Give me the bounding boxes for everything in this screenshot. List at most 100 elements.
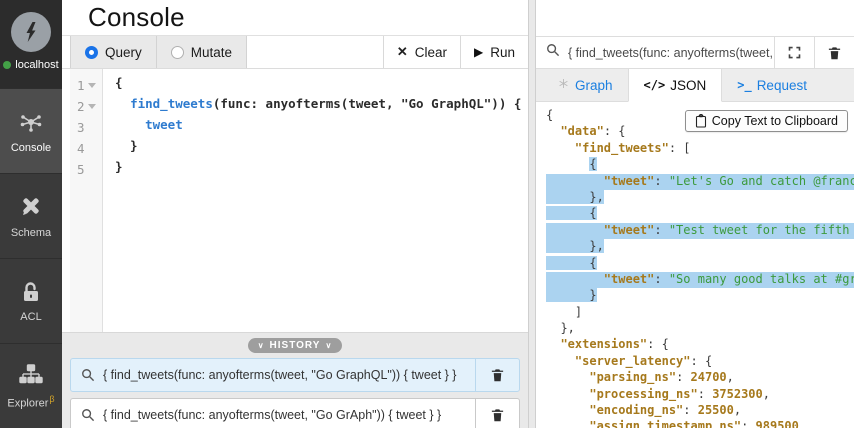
json-token: , <box>726 370 734 385</box>
sidebar-item-label: ACL <box>20 310 42 323</box>
tab-graph[interactable]: Graph <box>542 69 628 101</box>
json-token: : <box>654 222 669 237</box>
sidebar-item-explorer[interactable]: Explorerβ <box>0 343 62 428</box>
line-number-text: 5 <box>77 162 85 177</box>
line-number-text: 2 <box>77 99 85 114</box>
history-item[interactable]: { find_tweets(func: anyofterms(tweet, "G… <box>70 358 520 392</box>
beta-badge: β <box>49 393 55 404</box>
history-badge-row: ∨ HISTORY ∨ <box>70 333 520 358</box>
clear-button-label: Clear <box>414 44 447 60</box>
json-token: "So many good talks at #grapho <box>668 271 854 286</box>
line-number-text: 4 <box>77 141 85 156</box>
code-line: } <box>115 138 528 159</box>
json-token: "tweet" <box>603 271 655 286</box>
sidebar-item-console[interactable]: Console <box>0 88 62 173</box>
json-token: : { <box>603 124 626 139</box>
json-line: "server_latency": { <box>546 354 854 370</box>
sidebar-item-schema[interactable]: Schema <box>0 173 62 258</box>
result-query-text: { find_tweets(func: anyofterms(tweet, "G… <box>568 45 774 60</box>
delete-history-button[interactable] <box>475 359 519 391</box>
json-token: 24700 <box>690 370 727 385</box>
json-line: "find_tweets": [ <box>546 141 854 157</box>
sidebar-item-acl[interactable]: ACL <box>0 258 62 343</box>
console-panel: Console Query Mutate ✕ Clear ▶ Run 1 2 3… <box>62 0 528 428</box>
mutate-mode-label: Mutate <box>190 44 233 60</box>
history-query-text: { find_tweets(func: anyofterms(tweet, "G… <box>103 408 442 422</box>
history-item[interactable]: { find_tweets(func: anyofterms(tweet, "G… <box>70 398 520 428</box>
json-token: , <box>762 386 770 401</box>
json-token: }, <box>546 239 604 254</box>
json-line: "parsing_ns": 24700, <box>546 370 854 386</box>
fold-arrow-icon[interactable] <box>87 104 96 109</box>
line-number: 4 <box>70 138 102 159</box>
code-line: { <box>115 75 528 96</box>
json-line: "encoding_ns": 25500, <box>546 403 854 419</box>
tools-icon <box>18 194 44 220</box>
code-line: } <box>115 159 528 180</box>
json-token: }, <box>546 321 575 336</box>
json-token: }, <box>546 189 604 204</box>
fullscreen-icon <box>788 46 801 59</box>
delete-result-button[interactable] <box>814 37 854 68</box>
result-query-input[interactable]: { find_tweets(func: anyofterms(tweet, "G… <box>536 37 774 68</box>
trash-icon <box>828 46 841 59</box>
json-token: "extensions" <box>560 337 648 352</box>
json-token: : <box>654 173 669 188</box>
fold-arrow-icon[interactable] <box>87 83 96 88</box>
tab-request[interactable]: >_ Request <box>722 69 822 101</box>
json-line: { <box>546 255 854 272</box>
run-button[interactable]: ▶ Run <box>460 36 528 68</box>
json-output[interactable]: { "data": { "find_tweets": [ { "tweet": … <box>546 108 854 428</box>
json-token: 3752300 <box>712 386 763 401</box>
json-line: ] <box>546 305 854 321</box>
connection-status[interactable]: localhost <box>3 59 59 71</box>
code-token: tweet <box>145 117 183 132</box>
json-token: 989500 <box>755 419 799 428</box>
expand-button[interactable] <box>774 37 814 68</box>
json-token: { <box>546 108 554 122</box>
json-line: "assign_timestamp_ns": 989500 <box>546 419 854 428</box>
page-title: Console <box>88 2 185 32</box>
json-token: : <box>697 386 713 401</box>
json-token: "Let's Go and catch @francesc <box>668 173 854 188</box>
editor-code[interactable]: { find_tweets(func: anyofterms(tweet, "G… <box>103 69 528 332</box>
page-header: Console <box>62 0 528 35</box>
play-icon: ▶ <box>474 45 484 59</box>
graph-icon <box>557 77 570 93</box>
result-query-bar: { find_tweets(func: anyofterms(tweet, "G… <box>536 36 854 69</box>
panel-resize-handle[interactable] <box>528 0 536 428</box>
delete-history-button[interactable] <box>475 399 519 428</box>
chevron-down-icon: ∨ <box>325 341 333 350</box>
query-mode-label: Query <box>105 44 142 60</box>
copy-to-clipboard-button[interactable]: Copy Text to Clipboard <box>684 110 848 132</box>
query-mode-button[interactable]: Query <box>71 36 156 68</box>
json-line: } <box>546 288 854 304</box>
json-token: "processing_ns" <box>589 386 698 401</box>
tab-label: Request <box>756 77 807 93</box>
json-token: "tweet" <box>603 173 655 188</box>
results-panel: { find_tweets(func: anyofterms(tweet, "G… <box>536 0 854 428</box>
dgraph-logo-icon[interactable] <box>11 12 51 52</box>
search-icon <box>71 408 103 422</box>
history-list: { find_tweets(func: anyofterms(tweet, "G… <box>70 358 520 428</box>
status-dot-icon <box>3 61 12 69</box>
clear-button[interactable]: ✕ Clear <box>383 36 460 68</box>
json-token: "find_tweets" <box>574 140 669 155</box>
tab-json[interactable]: </> JSON <box>627 69 723 102</box>
sidebar-item-label: Explorerβ <box>7 393 55 410</box>
lock-icon <box>19 280 43 304</box>
mutate-mode-button[interactable]: Mutate <box>155 36 247 68</box>
json-token: "Test tweet for the fifth epis <box>668 222 850 237</box>
query-editor[interactable]: 1 2 3 4 5 { find_tweets(func: anyofterms(twe… <box>70 69 528 332</box>
history-toggle-button[interactable]: ∨ HISTORY ∨ <box>247 338 343 353</box>
history-section: ∨ HISTORY ∨ { find_tweets(func: anyofter… <box>62 332 528 428</box>
line-number-text: 1 <box>77 78 85 93</box>
